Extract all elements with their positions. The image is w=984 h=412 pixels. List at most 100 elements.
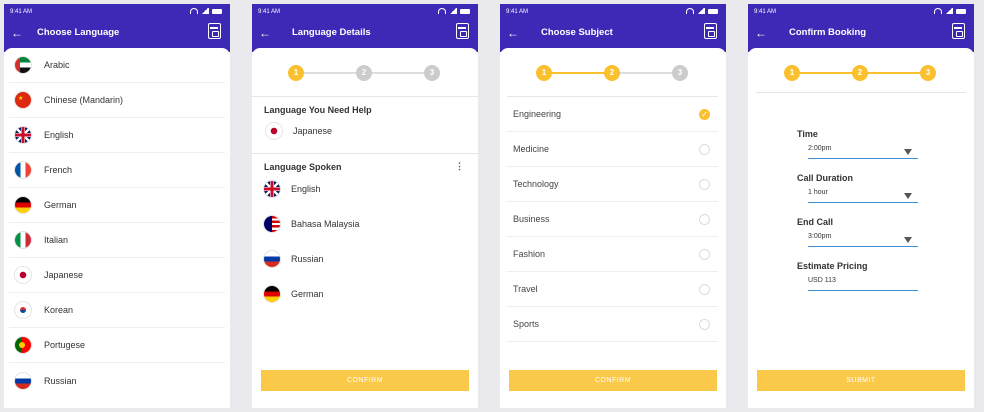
signal-icon	[697, 8, 705, 14]
subject-item-travel[interactable]: Travel	[507, 272, 718, 307]
wallet-icon[interactable]	[456, 23, 469, 39]
subject-item-business[interactable]: Business	[507, 202, 718, 237]
spoken-language-item[interactable]: English	[264, 181, 321, 197]
more-vertical-icon[interactable]: ⋮	[455, 161, 464, 172]
flag-portugal-icon	[15, 337, 31, 353]
language-item-portugese[interactable]: Portugese	[9, 328, 225, 363]
back-arrow-icon[interactable]: ←	[506, 26, 520, 40]
language-item-italian[interactable]: Italian	[9, 223, 225, 258]
flag-china-icon: ★	[15, 92, 31, 108]
flag-malaysia-icon	[264, 216, 280, 232]
dropdown-arrow-icon	[904, 193, 912, 199]
status-time: 9:41 AM	[10, 9, 33, 15]
battery-icon	[460, 8, 470, 14]
radio-button[interactable]	[699, 178, 710, 190]
status-icons	[686, 8, 718, 14]
estimate-pricing-label: Estimate Pricing	[797, 261, 868, 271]
dropdown-arrow-icon	[904, 149, 912, 155]
status-time: 9:41 AM	[754, 9, 777, 15]
language-item-russian[interactable]: Russian	[9, 363, 225, 398]
screen-choose-language: 9:41 AM ← Choose Language Arabic ★ Chine…	[4, 4, 230, 408]
wifi-icon	[438, 8, 446, 14]
flag-uk-icon	[264, 181, 280, 197]
flag-germany-icon	[264, 286, 280, 302]
call-duration-select[interactable]: 1 hour	[808, 189, 918, 203]
end-call-label: End Call	[797, 217, 834, 227]
status-icons	[190, 8, 222, 14]
radio-button[interactable]	[699, 283, 710, 295]
battery-icon	[956, 8, 966, 14]
back-arrow-icon[interactable]: ←	[258, 26, 272, 40]
status-icons	[438, 8, 470, 14]
screen-language-details: 9:41 AM ← Language Details 1 2 3 Languag…	[252, 4, 478, 408]
language-item-english[interactable]: English	[9, 118, 225, 153]
radio-button[interactable]	[699, 318, 710, 330]
language-item-french[interactable]: French	[9, 153, 225, 188]
confirm-button[interactable]: CONFIRM	[261, 370, 469, 391]
subject-item-medicine[interactable]: Medicine	[507, 132, 718, 167]
flag-japan-icon	[15, 267, 31, 283]
radio-button[interactable]	[699, 143, 710, 155]
progress-stepper: 1 2 3	[536, 65, 688, 81]
page-title: Language Details	[292, 27, 371, 38]
page-title: Choose Language	[37, 27, 120, 38]
wallet-icon[interactable]	[952, 23, 965, 39]
language-item-chinese[interactable]: ★ Chinese (Mandarin)	[9, 83, 225, 118]
spoken-language-item[interactable]: Bahasa Malaysia	[264, 216, 360, 232]
confirm-button[interactable]: CONFIRM	[509, 370, 717, 391]
subject-item-technology[interactable]: Technology	[507, 167, 718, 202]
language-item-korean[interactable]: Korean	[9, 293, 225, 328]
signal-icon	[201, 8, 209, 14]
divider	[252, 153, 478, 154]
language-item-german[interactable]: German	[9, 188, 225, 223]
wifi-icon	[190, 8, 198, 14]
subject-item-sports[interactable]: Sports	[507, 307, 718, 342]
status-time: 9:41 AM	[258, 9, 281, 15]
language-item-arabic[interactable]: Arabic	[9, 48, 225, 83]
spoken-language-item[interactable]: German	[264, 286, 324, 302]
end-call-select[interactable]: 3:00pm	[808, 233, 918, 247]
time-select[interactable]: 2:00pm	[808, 145, 918, 159]
step-1: 1	[288, 65, 304, 81]
status-time: 9:41 AM	[506, 9, 529, 15]
step-3: 3	[672, 65, 688, 81]
spoken-language-item[interactable]: Russian	[264, 251, 324, 267]
step-2: 2	[356, 65, 372, 81]
app-bar: 9:41 AM ← Language Details	[252, 4, 478, 52]
flag-russia-icon	[15, 372, 31, 389]
step-2: 2	[852, 65, 868, 81]
progress-stepper: 1 2 3	[784, 65, 936, 81]
check-icon[interactable]: ✓	[699, 108, 710, 120]
need-help-heading: Language You Need Help	[264, 105, 372, 115]
wallet-icon[interactable]	[208, 23, 221, 39]
screen-confirm-booking: 9:41 AM ← Confirm Booking 1 2 3 Time 2:0…	[748, 4, 974, 408]
estimate-pricing-field: USD 113	[808, 277, 918, 291]
page-title: Confirm Booking	[789, 27, 867, 38]
submit-button[interactable]: SUBMIT	[757, 370, 965, 391]
spoken-heading: Language Spoken	[264, 162, 342, 172]
divider	[756, 92, 966, 93]
subject-item-fashion[interactable]: Fashion	[507, 237, 718, 272]
language-item-japanese[interactable]: Japanese	[9, 258, 225, 293]
step-3: 3	[920, 65, 936, 81]
radio-button[interactable]	[699, 213, 710, 225]
screen-choose-subject: 9:41 AM ← Choose Subject 1 2 3 Engineeri…	[500, 4, 726, 408]
subject-item-engineering[interactable]: Engineering ✓	[507, 97, 718, 132]
back-arrow-icon[interactable]: ←	[10, 26, 24, 40]
battery-icon	[212, 8, 222, 14]
flag-russia-icon	[264, 251, 280, 267]
status-icons	[934, 8, 966, 14]
back-arrow-icon[interactable]: ←	[754, 26, 768, 40]
step-2: 2	[604, 65, 620, 81]
radio-button[interactable]	[699, 248, 710, 260]
flag-korea-icon	[15, 302, 31, 318]
step-3: 3	[424, 65, 440, 81]
flag-france-icon	[15, 162, 31, 178]
step-1: 1	[784, 65, 800, 81]
need-help-language[interactable]: Japanese	[266, 123, 332, 139]
wallet-icon[interactable]	[704, 23, 717, 39]
app-bar: 9:41 AM ← Choose Subject	[500, 4, 726, 52]
flag-germany-icon	[15, 197, 31, 213]
call-duration-label: Call Duration	[797, 173, 854, 183]
signal-icon	[945, 8, 953, 14]
